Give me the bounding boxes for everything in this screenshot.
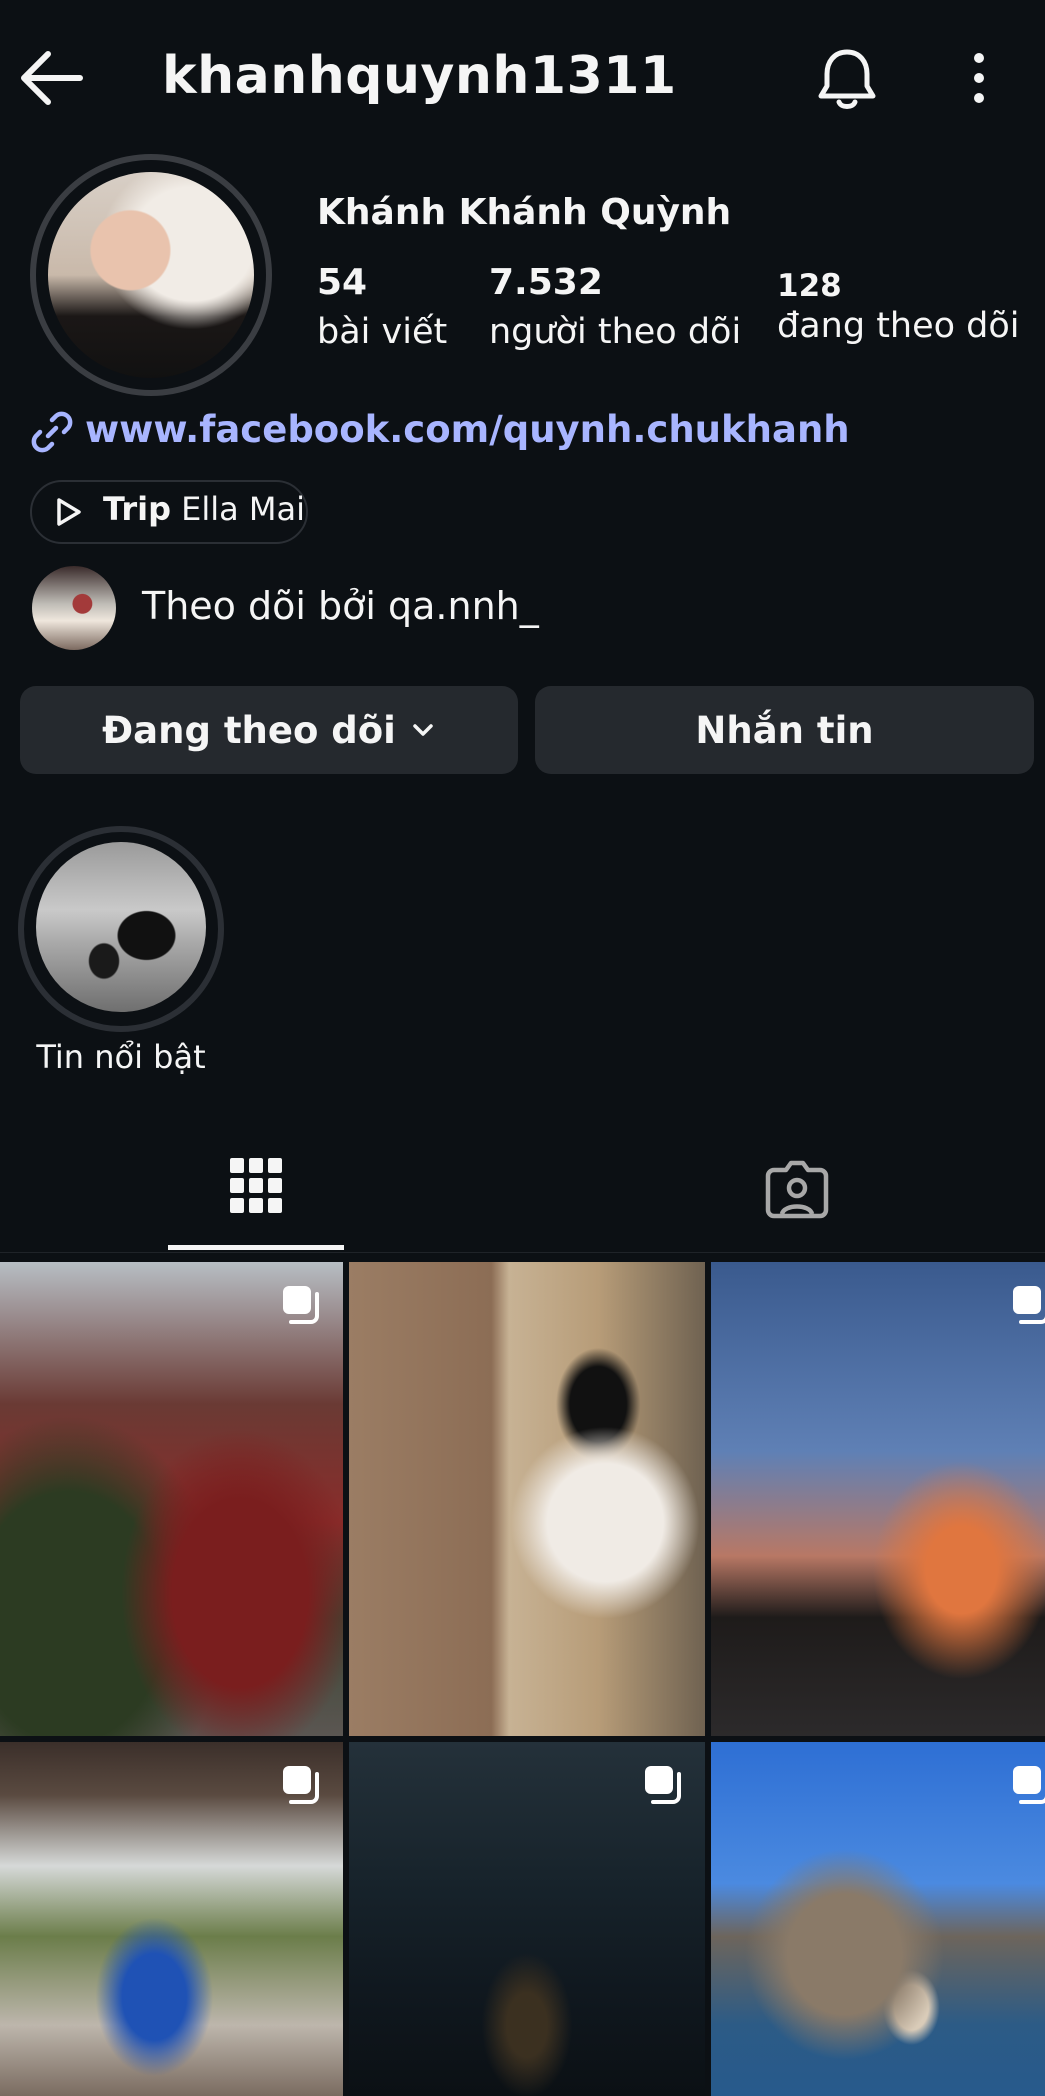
following-count[interactable]: 128 <box>777 268 842 304</box>
chevron-down-icon <box>410 717 436 743</box>
chip-bold-label: Trip <box>103 490 171 528</box>
post-thumbnail[interactable] <box>711 1742 1045 2096</box>
following-label[interactable]: đang theo dõi <box>777 306 1020 346</box>
bell-icon[interactable] <box>816 46 878 112</box>
tab-divider <box>0 1252 1045 1253</box>
highlight-label[interactable]: Tin nổi bật <box>0 1038 242 1076</box>
tagged-icon[interactable] <box>764 1158 830 1220</box>
post-thumbnail[interactable] <box>711 1262 1045 1736</box>
multi-photo-icon <box>283 1286 319 1324</box>
post-thumbnail[interactable] <box>0 1742 343 2096</box>
play-icon <box>52 496 84 528</box>
multi-photo-icon <box>645 1766 681 1804</box>
multi-photo-icon <box>1013 1286 1045 1324</box>
grid-icon[interactable] <box>228 1156 284 1216</box>
following-button-label: Đang theo dõi <box>102 708 396 752</box>
post-thumbnail[interactable] <box>0 1262 343 1736</box>
highlight-cover[interactable] <box>36 842 206 1012</box>
posts-label: bài viết <box>317 312 448 352</box>
message-button[interactable]: Nhắn tin <box>535 686 1034 774</box>
followers-label[interactable]: người theo dõi <box>489 312 741 352</box>
profile-link[interactable]: www.facebook.com/quynh.chukhanh <box>85 408 850 451</box>
followers-count[interactable]: 7.532 <box>489 262 603 303</box>
profile-username: khanhquynh1311 <box>162 46 677 106</box>
link-icon <box>30 410 74 454</box>
profile-avatar[interactable] <box>48 172 254 378</box>
multi-photo-icon <box>1013 1766 1045 1804</box>
posts-count: 54 <box>317 262 368 303</box>
active-tab-indicator <box>168 1245 344 1250</box>
chip-artist-label: Ella Mai <box>170 490 306 528</box>
message-button-label: Nhắn tin <box>695 708 874 752</box>
multi-photo-icon <box>283 1766 319 1804</box>
music-chip-label[interactable]: Trip Ella Mai <box>103 490 305 528</box>
followed-by-text[interactable]: Theo dõi bởi qa.nnh_ <box>142 584 539 628</box>
mutual-follower-avatar[interactable] <box>32 566 116 650</box>
post-thumbnail[interactable] <box>349 1742 705 2096</box>
display-name: Khánh Khánh Quỳnh <box>317 192 732 233</box>
more-vertical-icon[interactable] <box>958 52 1000 104</box>
following-button[interactable]: Đang theo dõi <box>20 686 518 774</box>
post-thumbnail[interactable] <box>349 1262 705 1736</box>
back-arrow-icon[interactable] <box>18 50 84 106</box>
